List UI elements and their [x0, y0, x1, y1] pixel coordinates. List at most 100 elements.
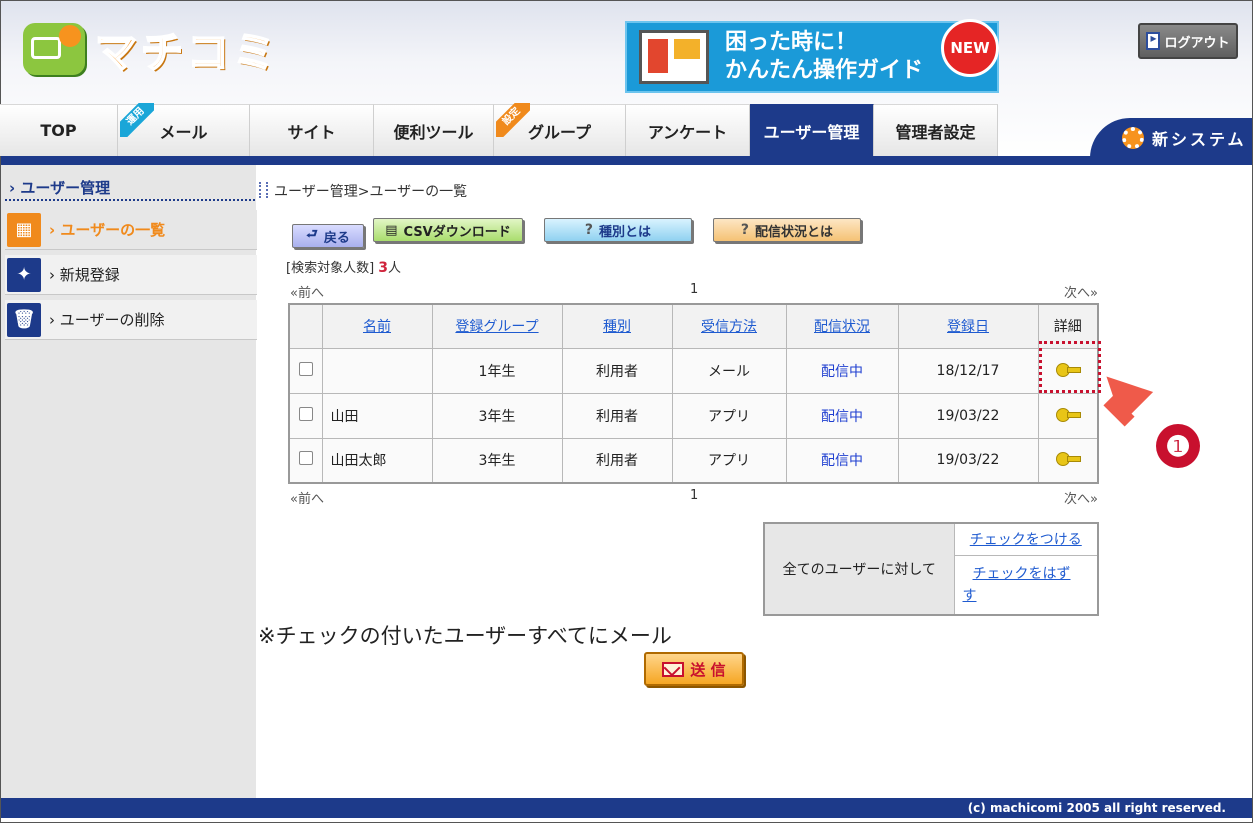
logo[interactable]: マチコミ: [23, 19, 279, 79]
nav-bar: [1, 156, 1252, 165]
row-checkbox[interactable]: [298, 406, 313, 421]
pager-prev[interactable]: «前へ: [290, 488, 324, 507]
ribbon-label: 運用: [120, 103, 154, 137]
select-column-header: [288, 303, 323, 349]
column-header-date[interactable]: 登録日: [897, 303, 1039, 349]
tab-mail[interactable]: 運用 メール: [118, 103, 250, 156]
status-link[interactable]: 配信中: [821, 453, 863, 469]
type-help-button[interactable]: ? 種別とは: [544, 218, 692, 242]
pager-prev[interactable]: «前へ: [290, 282, 324, 301]
tab-survey[interactable]: アンケート: [626, 104, 750, 156]
new-system-label: 新システム: [1152, 130, 1247, 149]
status-link[interactable]: 配信中: [821, 364, 863, 380]
sidebar-item-text: 新規登録: [59, 266, 120, 284]
gear-icon: [1122, 127, 1144, 149]
key-icon[interactable]: [1055, 451, 1081, 467]
count-value: 3: [378, 260, 389, 276]
banner-line-2: かんたん操作ガイド: [725, 58, 924, 83]
trash-icon: 🗑: [7, 302, 41, 337]
sidebar-item-delete-user[interactable]: 🗑 › ユーザーの削除: [5, 300, 257, 340]
mail-note: ※チェックの付いたユーザーすべてにメール: [258, 624, 672, 648]
sort-link[interactable]: 登録日: [947, 319, 989, 335]
sort-link[interactable]: 配信状況: [814, 319, 870, 335]
pager-next[interactable]: 次へ»: [1064, 282, 1098, 301]
sort-link[interactable]: 受信方法: [701, 319, 757, 335]
footer: (c) machicomi 2005 all right reserved.: [1, 798, 1252, 818]
banner-line-1: 困った時に！: [725, 30, 858, 55]
column-header-status[interactable]: 配信状況: [785, 303, 899, 349]
search-count: [検索対象人数] 3人: [286, 257, 401, 276]
name-cell: 山田太郎: [321, 437, 433, 484]
tab-user-management[interactable]: ユーザー管理: [750, 104, 874, 156]
back-button[interactable]: ⮐ 戻る: [292, 224, 364, 248]
pager-bottom: «前へ 1 次へ»: [290, 488, 1098, 507]
tab-admin-settings[interactable]: 管理者設定: [874, 104, 998, 156]
tab-site[interactable]: サイト: [250, 104, 374, 156]
status-cell: 配信中: [785, 392, 899, 439]
sidebar-item-user-list[interactable]: ▦ › ユーザーの一覧: [5, 210, 257, 250]
table-row: 1年生 利用者 メール 配信中 18/12/17: [288, 347, 1099, 394]
double-chevron-left-icon: «: [290, 492, 298, 507]
tab-label: メール: [159, 122, 208, 142]
sort-link[interactable]: 種別: [603, 319, 631, 335]
sort-link[interactable]: 登録グループ: [455, 319, 538, 335]
key-icon[interactable]: [1055, 407, 1081, 422]
status-link[interactable]: 配信中: [821, 409, 863, 425]
row-select-cell: [288, 392, 323, 439]
column-header-type[interactable]: 種別: [561, 303, 673, 349]
sidebar-item-new-register[interactable]: ✦ › 新規登録: [5, 255, 257, 295]
status-cell: 配信中: [785, 437, 899, 484]
chevron-right-icon: ›: [9, 179, 16, 197]
tab-tools[interactable]: 便利ツール: [374, 104, 494, 156]
user-list-icon: ▦: [7, 212, 41, 247]
csv-download-button[interactable]: ▤ CSVダウンロード: [373, 218, 523, 242]
double-chevron-left-icon: «: [290, 286, 298, 301]
new-system-link[interactable]: 新システム: [1090, 118, 1252, 158]
sidebar-item-label: › 新規登録: [49, 266, 120, 284]
question-icon: ?: [740, 222, 750, 238]
send-button[interactable]: 送 信: [644, 652, 744, 686]
column-header-group[interactable]: 登録グループ: [431, 303, 563, 349]
logout-icon: [1146, 31, 1161, 50]
type-help-label: 種別とは: [599, 224, 652, 240]
sidebar-heading-label: ユーザー管理: [20, 179, 111, 197]
double-chevron-right-icon: »: [1090, 286, 1098, 301]
pager-next-label: 次へ: [1064, 286, 1091, 301]
back-label: 戻る: [323, 230, 350, 246]
row-checkbox[interactable]: [298, 451, 313, 466]
type-cell: 利用者: [561, 347, 673, 394]
question-icon: ?: [584, 222, 594, 238]
column-header-method[interactable]: 受信方法: [671, 303, 787, 349]
send-label: 送 信: [690, 660, 726, 679]
tab-group[interactable]: 設定 グループ: [494, 103, 626, 156]
table-row: 山田太郎 3年生 利用者 アプリ 配信中 19/03/22: [288, 437, 1099, 484]
logout-label: ログアウト: [1164, 35, 1230, 51]
detail-cell: [1037, 437, 1099, 484]
document-icon: ▤: [385, 222, 398, 238]
group-cell: 3年生: [431, 437, 563, 484]
breadcrumb: ユーザー管理>ユーザーの一覧: [259, 181, 467, 201]
date-cell: 18/12/17: [897, 347, 1039, 394]
logout-button[interactable]: ログアウト: [1138, 23, 1238, 59]
sidebar-item-label: › ユーザーの削除: [49, 311, 165, 329]
pager-page[interactable]: 1: [690, 282, 698, 297]
status-help-button[interactable]: ? 配信状況とは: [713, 218, 861, 242]
type-cell: 利用者: [561, 437, 673, 484]
row-checkbox[interactable]: [298, 361, 313, 376]
count-unit: 人: [388, 261, 402, 276]
check-all-link[interactable]: チェックをつける: [970, 532, 1082, 548]
tab-top[interactable]: TOP: [0, 104, 118, 156]
method-cell: メール: [671, 347, 787, 394]
uncheck-all-link[interactable]: チェックをはずす: [963, 563, 1079, 607]
main-tabs: TOP 運用 メール サイト 便利ツール 設定 グループ アンケート ユーザー管…: [0, 103, 998, 156]
column-header-name[interactable]: 名前: [321, 303, 433, 349]
type-cell: 利用者: [561, 392, 673, 439]
guide-banner[interactable]: 困った時に！ かんたん操作ガイド NEW: [625, 19, 999, 93]
tab-label: 管理者設定: [895, 122, 976, 142]
bulk-row: 全てのユーザーに対して チェックをつける: [763, 522, 1099, 616]
monitor-icon: [639, 30, 709, 84]
pager-next[interactable]: 次へ»: [1064, 488, 1098, 507]
pager-page[interactable]: 1: [690, 488, 698, 503]
tab-label: アンケート: [647, 122, 728, 142]
sort-link[interactable]: 名前: [363, 319, 391, 335]
